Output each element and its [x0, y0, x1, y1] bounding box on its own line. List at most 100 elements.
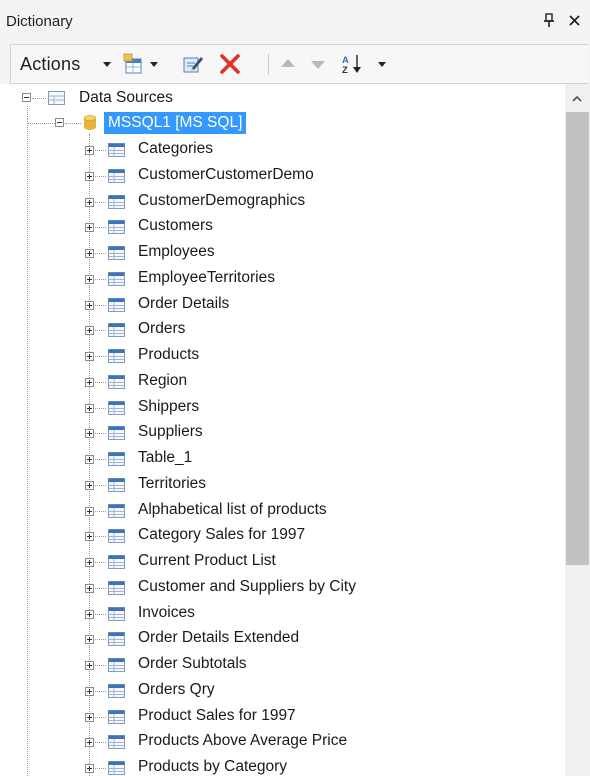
tree-item-label[interactable]: Products by Category: [138, 758, 287, 776]
tree-connector-line: [95, 614, 106, 615]
tree-item-label[interactable]: Products: [138, 346, 199, 364]
expand-toggle[interactable]: [85, 404, 94, 413]
table-icon: [108, 555, 125, 569]
data-sources-icon: [48, 91, 65, 105]
tree-item-label[interactable]: CustomerCustomerDemo: [138, 166, 314, 184]
table-icon: [108, 298, 125, 312]
tree-connector-line: [95, 150, 106, 151]
expand-toggle[interactable]: [85, 635, 94, 644]
expand-toggle[interactable]: [85, 584, 94, 593]
panel-title: Dictionary: [6, 13, 73, 30]
tree-item-label[interactable]: Shippers: [138, 398, 199, 416]
expand-toggle[interactable]: [85, 687, 94, 696]
tree-connector-line: [95, 511, 106, 512]
table-icon: [108, 272, 125, 286]
scroll-up-arrow-icon[interactable]: [570, 94, 584, 104]
tree-item-label[interactable]: Invoices: [138, 604, 195, 622]
table-icon: [108, 735, 125, 749]
tree-connector-line: [95, 768, 106, 769]
expand-toggle[interactable]: [85, 352, 94, 361]
scrollbar-thumb[interactable]: [566, 112, 589, 565]
tree-item-label[interactable]: Customers: [138, 217, 213, 235]
expand-toggle[interactable]: [85, 172, 94, 181]
tree-item-label[interactable]: Categories: [138, 140, 213, 158]
tree-item-label[interactable]: Employees: [138, 243, 215, 261]
tree-connector-line: [95, 691, 106, 692]
pin-icon[interactable]: [542, 12, 556, 28]
expand-toggle[interactable]: [85, 713, 94, 722]
table-icon: [108, 710, 125, 724]
expand-toggle[interactable]: [85, 429, 94, 438]
tree-item-label[interactable]: Orders: [138, 320, 185, 338]
tree-item-label[interactable]: Region: [138, 372, 187, 390]
tree-connector-line: [95, 227, 106, 228]
tree-item-label[interactable]: Current Product List: [138, 552, 276, 570]
tree-item-label[interactable]: CustomerDemographics: [138, 192, 305, 210]
expand-toggle[interactable]: [85, 378, 94, 387]
expand-toggle[interactable]: [85, 455, 94, 464]
table-icon: [108, 607, 125, 621]
tree-connector-line: [95, 382, 106, 383]
expand-toggle[interactable]: [85, 558, 94, 567]
tree-connector-line: [95, 485, 106, 486]
tree-item-label[interactable]: Territories: [138, 475, 206, 493]
expand-toggle[interactable]: [85, 275, 94, 284]
close-icon[interactable]: [568, 12, 582, 28]
tree-item-label[interactable]: Product Sales for 1997: [138, 707, 296, 725]
expand-toggle[interactable]: [85, 764, 94, 773]
move-down-icon[interactable]: [307, 53, 329, 75]
sort-dropdown-arrow-icon[interactable]: [378, 62, 386, 67]
move-up-icon[interactable]: [277, 53, 299, 75]
table-icon: [108, 632, 125, 646]
tree-item-label[interactable]: Products Above Average Price: [138, 732, 347, 750]
expand-toggle[interactable]: [85, 610, 94, 619]
tree-item-label[interactable]: Order Subtotals: [138, 655, 247, 673]
expand-toggle[interactable]: [85, 738, 94, 747]
tree-connector-line: [27, 123, 55, 124]
expand-toggle[interactable]: [85, 326, 94, 335]
tree-item-label[interactable]: Alphabetical list of products: [138, 501, 327, 519]
dictionary-panel: Dictionary Actions A Z Data Sources MSSQ…: [0, 0, 590, 776]
expand-toggle[interactable]: [85, 481, 94, 490]
edit-icon[interactable]: [182, 53, 204, 75]
tree-item-label[interactable]: Table_1: [138, 449, 192, 467]
tree-connector-line: [95, 459, 106, 460]
tree-item-label[interactable]: Category Sales for 1997: [138, 526, 305, 544]
expand-toggle[interactable]: [85, 532, 94, 541]
expand-toggle[interactable]: [85, 146, 94, 155]
expand-toggle[interactable]: [85, 198, 94, 207]
table-icon: [108, 246, 125, 260]
expand-toggle[interactable]: [85, 223, 94, 232]
table-icon: [108, 658, 125, 672]
actions-menu-button[interactable]: Actions: [20, 54, 80, 75]
expand-toggle[interactable]: [85, 301, 94, 310]
expand-toggle[interactable]: [85, 249, 94, 258]
tree-root-label[interactable]: Data Sources: [79, 89, 173, 107]
sort-az-icon[interactable]: A Z: [341, 53, 365, 75]
root-collapse-toggle[interactable]: [22, 93, 31, 102]
table-icon: [108, 529, 125, 543]
table-icon: [108, 169, 125, 183]
tree-item-label[interactable]: Orders Qry: [138, 681, 215, 699]
delete-icon[interactable]: [219, 53, 241, 75]
connection-node-label[interactable]: MSSQL1 [MS SQL]: [104, 112, 247, 134]
tree-item-label[interactable]: Customer and Suppliers by City: [138, 578, 356, 596]
actions-dropdown-arrow-icon[interactable]: [103, 62, 111, 67]
new-item-icon[interactable]: [123, 53, 145, 75]
tree-connector-line: [95, 588, 106, 589]
expand-toggle[interactable]: [85, 507, 94, 516]
tree-connector-line: [95, 562, 106, 563]
tree-item-label[interactable]: Order Details: [138, 295, 229, 313]
table-icon: [108, 426, 125, 440]
tree-item-label[interactable]: Suppliers: [138, 423, 203, 441]
tree-connector-line: [27, 106, 28, 119]
table-icon: [108, 195, 125, 209]
connection-collapse-toggle[interactable]: [55, 118, 64, 127]
tree-item-label[interactable]: EmployeeTerritories: [138, 269, 275, 287]
expand-toggle[interactable]: [85, 661, 94, 670]
new-item-dropdown-arrow-icon[interactable]: [150, 62, 158, 67]
tree-connector-line: [95, 176, 106, 177]
tree-connector-line: [95, 356, 106, 357]
tree-item-label[interactable]: Order Details Extended: [138, 629, 299, 647]
tree-connector-line: [95, 433, 106, 434]
